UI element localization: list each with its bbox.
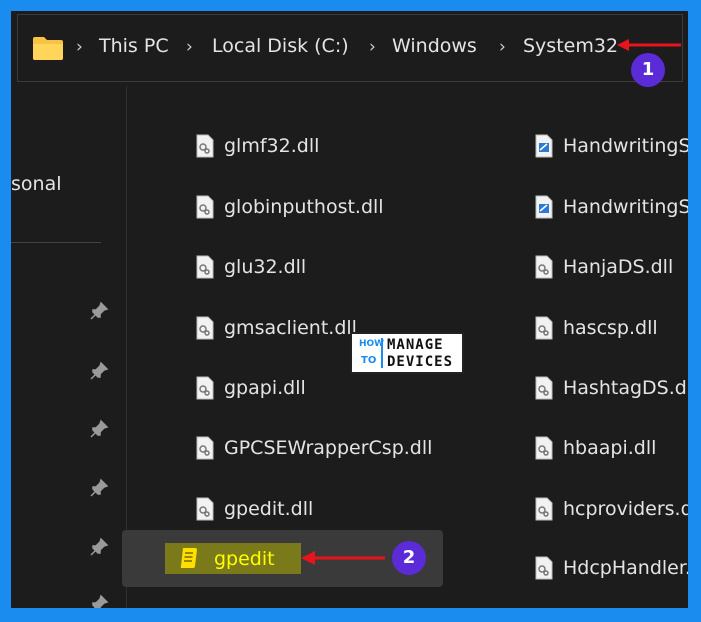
step-badge-1: 1 <box>631 53 665 87</box>
howtomanagedevices-logo: HOW TO MANAGE DEVICES <box>350 332 464 374</box>
sidebar-item-personal[interactable]: sonal <box>11 173 62 195</box>
logo-devices-text: DEVICES <box>387 354 454 370</box>
file-name: HanjaDS.dll <box>563 256 674 278</box>
file-name: HdcpHandler. <box>563 557 688 579</box>
file-name: hbaapi.dll <box>563 437 657 459</box>
dll-file-icon <box>196 436 214 460</box>
logo-to-text: TO <box>361 355 377 366</box>
file-name: gpedit.dll <box>224 498 314 520</box>
dll-file-icon <box>535 255 553 279</box>
logo-manage-text: MANAGE <box>387 337 444 353</box>
dll-file-icon <box>535 436 553 460</box>
file-name: globinputhost.dll <box>224 196 384 218</box>
dll-file-icon <box>535 497 553 521</box>
breadcrumb-local-disk[interactable]: Local Disk (C:) <box>212 35 349 57</box>
dll-file-icon <box>535 556 553 580</box>
dll-file-icon <box>196 497 214 521</box>
app-file-icon <box>535 134 553 158</box>
file-name: GPCSEWrapperCsp.dll <box>224 437 433 459</box>
address-bar[interactable]: › This PC › Local Disk (C:) › Windows › … <box>17 14 683 82</box>
dll-file-icon <box>196 195 214 219</box>
folder-icon <box>33 37 63 60</box>
breadcrumb-system32[interactable]: System32 <box>523 35 618 57</box>
pin-icon[interactable] <box>89 301 109 321</box>
dll-file-icon <box>535 316 553 340</box>
file-name: gmsaclient.dll <box>224 317 357 339</box>
file-explorer-window: › This PC › Local Disk (C:) › Windows › … <box>11 11 688 608</box>
breadcrumb-this-pc[interactable]: This PC <box>99 35 169 57</box>
file-name: HandwritingSy <box>563 135 688 157</box>
file-name: HashtagDS.dll <box>563 377 688 399</box>
chevron-right-icon: › <box>76 37 83 57</box>
file-name: gpapi.dll <box>224 377 306 399</box>
file-name: hascsp.dll <box>563 317 658 339</box>
pin-icon[interactable] <box>89 361 109 381</box>
file-name: glu32.dll <box>224 256 307 278</box>
dll-file-icon <box>196 134 214 158</box>
dll-file-icon <box>196 316 214 340</box>
divider <box>11 242 101 243</box>
dll-file-icon <box>535 376 553 400</box>
chevron-right-icon: › <box>499 37 506 57</box>
chevron-right-icon: › <box>186 37 193 57</box>
pin-icon[interactable] <box>89 537 109 557</box>
arrow-left-icon <box>617 39 681 51</box>
pin-icon[interactable] <box>89 594 109 608</box>
app-file-icon <box>535 195 553 219</box>
file-name: glmf32.dll <box>224 135 320 157</box>
dll-file-icon <box>196 255 214 279</box>
breadcrumb-windows[interactable]: Windows <box>392 35 477 57</box>
file-name: HandwritingSy <box>563 196 688 218</box>
navigation-pane: sonal <box>11 86 127 608</box>
chevron-right-icon: › <box>369 37 376 57</box>
logo-separator <box>381 338 383 368</box>
dll-file-icon <box>196 376 214 400</box>
pin-icon[interactable] <box>89 478 109 498</box>
pin-icon[interactable] <box>89 419 109 439</box>
file-name: hcproviders.dl <box>563 498 688 520</box>
